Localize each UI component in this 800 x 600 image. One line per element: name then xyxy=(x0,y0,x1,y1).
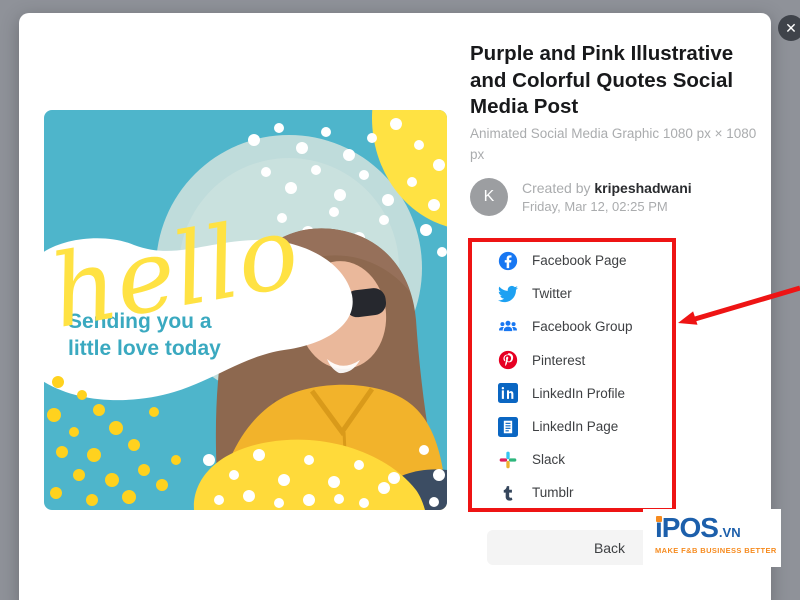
pinterest-icon xyxy=(498,350,518,370)
share-destination-list: Facebook Page Twitter Facebook Group Pinter… xyxy=(472,242,672,510)
created-by-prefix: Created by xyxy=(522,180,594,196)
share-option-label: LinkedIn Page xyxy=(532,419,618,434)
annotation-red-box: Facebook Page Twitter Facebook Group Pinter… xyxy=(468,238,676,512)
linkedin-page-icon xyxy=(498,417,518,437)
close-button[interactable]: ✕ xyxy=(778,15,800,41)
share-option-label: Facebook Group xyxy=(532,319,633,334)
share-dialog: Sending you a little love today xyxy=(19,13,771,600)
avatar: K xyxy=(470,178,508,216)
slack-icon xyxy=(498,450,518,470)
creator-name: kripeshadwani xyxy=(594,180,691,196)
created-by-line: Created by kripeshadwani xyxy=(522,180,692,196)
share-option-label: Tumblr xyxy=(532,485,574,500)
twitter-icon xyxy=(498,284,518,304)
ipos-suffix-text: .VN xyxy=(719,525,741,540)
creation-date: Friday, Mar 12, 02:25 PM xyxy=(522,199,692,214)
ipos-watermark-logo: iPOS.VN MAKE F&B BUSINESS BETTER xyxy=(643,509,781,567)
share-option-label: Twitter xyxy=(532,286,572,301)
share-option-pinterest[interactable]: Pinterest xyxy=(498,344,672,377)
share-option-label: Facebook Page xyxy=(532,253,627,268)
design-subtitle: Animated Social Media Graphic 1080 px × … xyxy=(470,124,758,166)
share-option-tumblr[interactable]: Tumblr xyxy=(498,476,672,509)
ipos-tagline: MAKE F&B BUSINESS BETTER xyxy=(655,546,781,555)
share-option-linkedin-page[interactable]: LinkedIn Page xyxy=(498,410,672,443)
design-preview[interactable]: Sending you a little love today xyxy=(44,110,447,510)
close-icon: ✕ xyxy=(785,20,797,36)
share-option-label: Slack xyxy=(532,452,565,467)
share-option-twitter[interactable]: Twitter xyxy=(498,277,672,310)
share-option-label: LinkedIn Profile xyxy=(532,386,625,401)
tumblr-icon xyxy=(498,483,518,503)
share-option-label: Pinterest xyxy=(532,353,585,368)
linkedin-profile-icon xyxy=(498,383,518,403)
creator-row: K Created by kripeshadwani Friday, Mar 1… xyxy=(470,178,692,216)
share-option-facebook-page[interactable]: Facebook Page xyxy=(498,244,672,277)
facebook-icon xyxy=(498,251,518,271)
share-option-slack[interactable]: Slack xyxy=(498,443,672,476)
page-background: { "modal": { "close_icon": "✕", "title":… xyxy=(0,0,800,600)
facebook-group-icon xyxy=(498,317,518,337)
design-preview-art: Sending you a little love today xyxy=(44,110,447,510)
share-option-linkedin-profile[interactable]: LinkedIn Profile xyxy=(498,377,672,410)
ipos-brand-text: iPOS xyxy=(655,513,718,544)
design-title: Purple and Pink Illustrative and Colorfu… xyxy=(470,41,762,121)
share-option-facebook-group[interactable]: Facebook Group xyxy=(498,310,672,343)
